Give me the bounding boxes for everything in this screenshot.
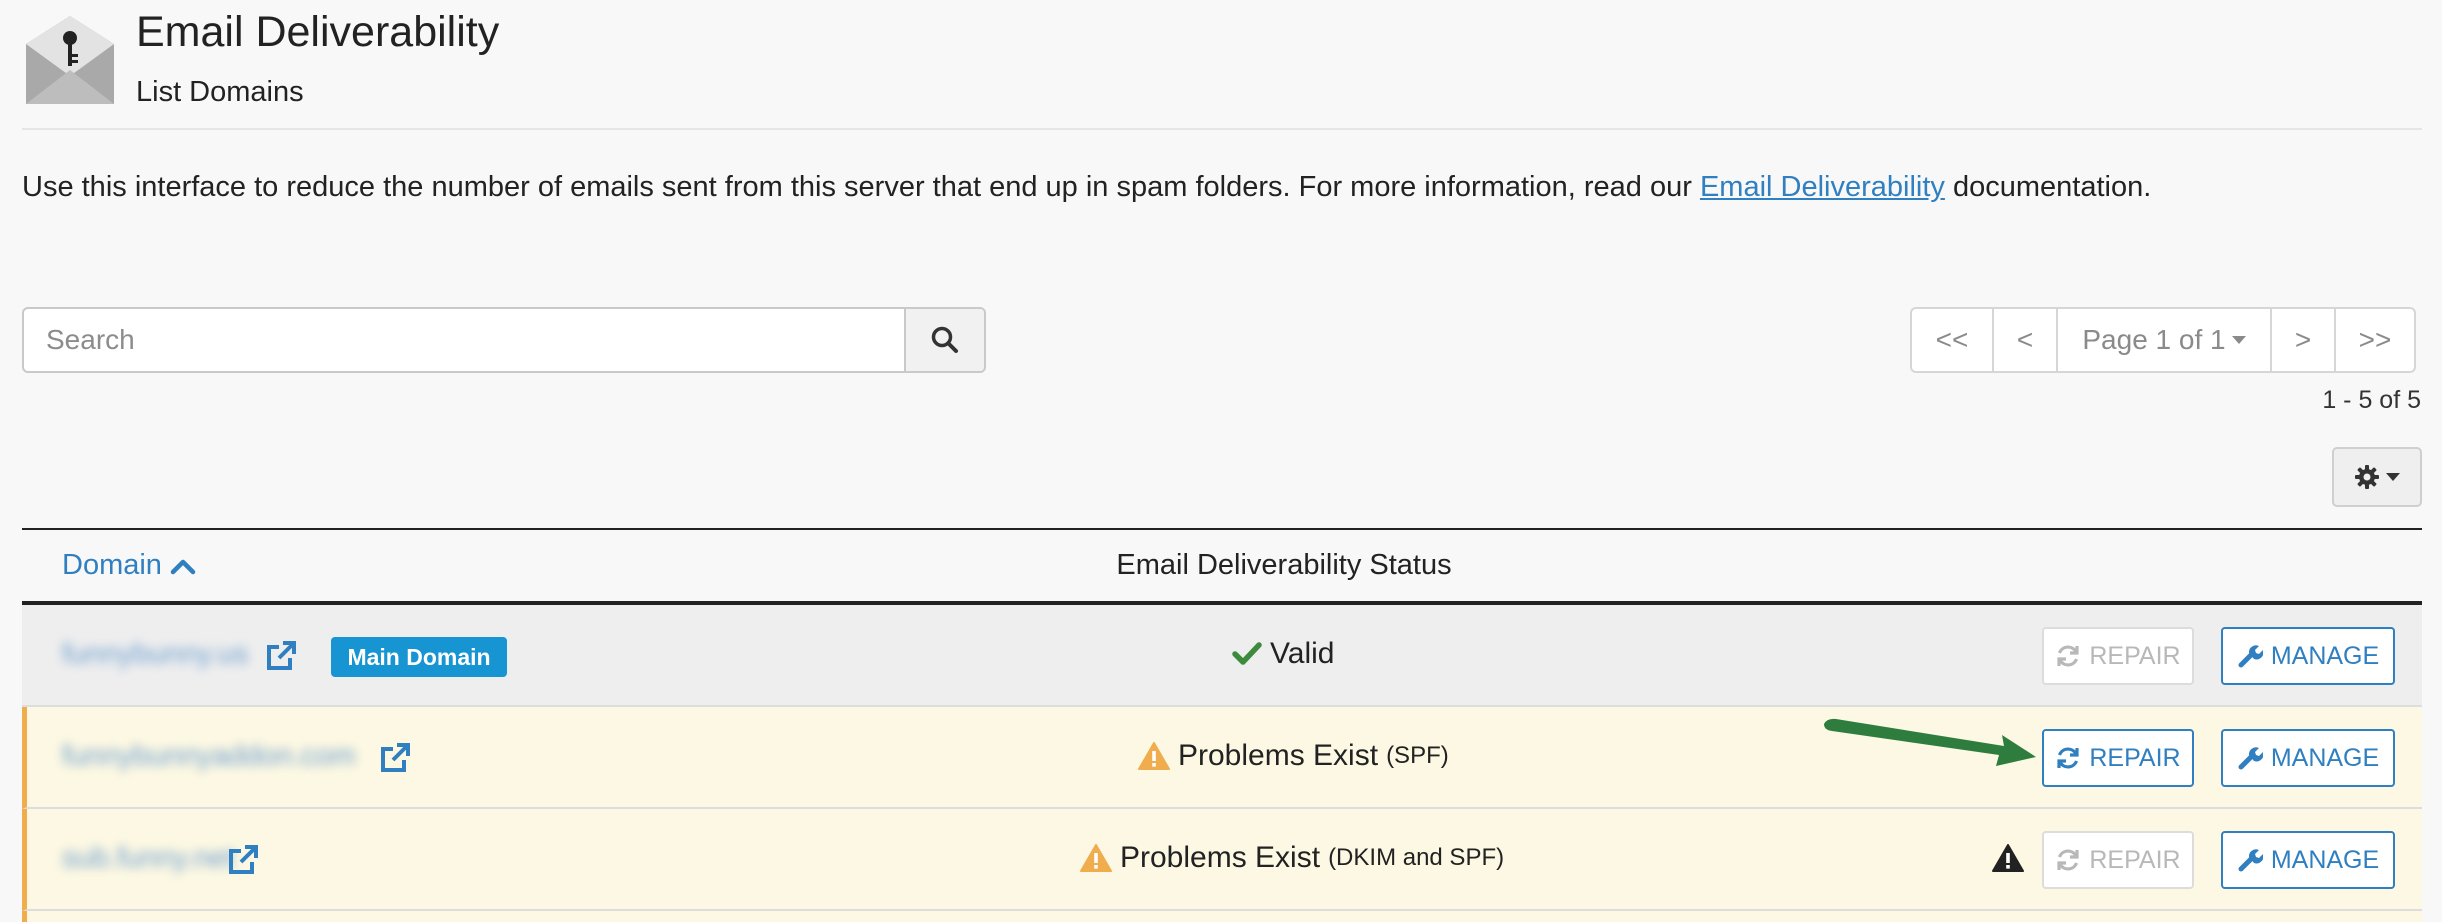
status-text: Problems Exist <box>1120 841 1321 874</box>
external-link-icon[interactable] <box>226 843 260 877</box>
manage-button[interactable]: MANAGE <box>2221 831 2395 889</box>
manage-button-label: MANAGE <box>2270 845 2380 874</box>
status-cell: Problems Exist (SPF) <box>1138 739 1449 773</box>
refresh-icon <box>2057 747 2079 769</box>
domain-link[interactable]: sub.funny.net <box>62 842 234 875</box>
documentation-link[interactable]: Email Deliverability <box>1700 171 1945 203</box>
results-count: 1 - 5 of 5 <box>2322 386 2421 414</box>
annotation-arrow <box>1824 718 2036 766</box>
wrench-icon <box>2238 849 2263 872</box>
warning-icon <box>1080 844 1112 872</box>
next-page-button[interactable]: > <box>2272 309 2336 371</box>
domain-link[interactable]: funnybunny.us <box>62 638 249 671</box>
status-text: Valid <box>1270 637 1335 670</box>
gear-icon <box>2355 465 2379 489</box>
first-page-button[interactable]: << <box>1912 309 1994 371</box>
header-divider <box>22 128 2422 130</box>
page-title: Email Deliverability <box>136 8 500 56</box>
warning-icon <box>1138 742 1170 770</box>
main-domain-badge: Main Domain <box>331 637 507 677</box>
search-input[interactable] <box>24 309 908 371</box>
status-detail: (SPF) <box>1386 742 1449 769</box>
last-page-button[interactable]: >> <box>2336 309 2414 371</box>
status-column-header: Email Deliverability Status <box>1116 549 1452 581</box>
repair-button-label: REPAIR <box>2089 845 2181 874</box>
intro-text: Use this interface to reduce the number … <box>22 171 2151 204</box>
chevron-down-icon <box>2386 473 2400 481</box>
domain-link[interactable]: funnybunnyaddon.com <box>62 740 355 773</box>
previous-page-button[interactable]: < <box>1994 309 2058 371</box>
search-button[interactable] <box>904 309 984 371</box>
repair-button-label: REPAIR <box>2089 641 2181 670</box>
status-cell: Valid <box>1232 637 1334 671</box>
search-icon <box>931 326 958 353</box>
repair-button[interactable]: REPAIR <box>2042 627 2194 685</box>
repair-button[interactable]: REPAIR <box>2042 729 2194 787</box>
email-deliverability-app-icon <box>22 14 118 108</box>
manage-button-label: MANAGE <box>2270 743 2380 772</box>
status-detail: (DKIM and SPF) <box>1328 844 1505 871</box>
status-text: Problems Exist <box>1178 739 1379 772</box>
manage-button-label: MANAGE <box>2270 641 2380 670</box>
search-box <box>22 307 986 373</box>
refresh-icon <box>2057 849 2079 871</box>
chevron-down-icon <box>2231 336 2246 344</box>
table-settings-button[interactable] <box>2332 447 2422 507</box>
table-top-border <box>22 528 2422 530</box>
wrench-icon <box>2238 645 2263 668</box>
page-subtitle: List Domains <box>136 76 304 108</box>
table-row <box>22 911 2422 922</box>
repair-unavailable-warning-icon[interactable] <box>1992 843 2024 873</box>
wrench-icon <box>2238 747 2263 770</box>
check-icon <box>1232 642 1262 665</box>
external-link-icon[interactable] <box>264 639 298 673</box>
page-select[interactable]: Page 1 of 1 <box>2058 309 2272 371</box>
repair-button[interactable]: REPAIR <box>2042 831 2194 889</box>
repair-button-label: REPAIR <box>2089 743 2181 772</box>
manage-button[interactable]: MANAGE <box>2221 627 2395 685</box>
status-cell: Problems Exist (DKIM and SPF) <box>1080 841 1504 875</box>
manage-button[interactable]: MANAGE <box>2221 729 2395 787</box>
pagination: << < Page 1 of 1 > >> <box>1910 307 2416 373</box>
page-select-label: Page 1 of 1 <box>2082 324 2226 355</box>
refresh-icon <box>2057 645 2079 667</box>
intro-text-end: documentation. <box>1944 171 2152 203</box>
external-link-icon[interactable] <box>378 741 412 775</box>
intro-text-start: Use this interface to reduce the number … <box>22 171 1700 203</box>
